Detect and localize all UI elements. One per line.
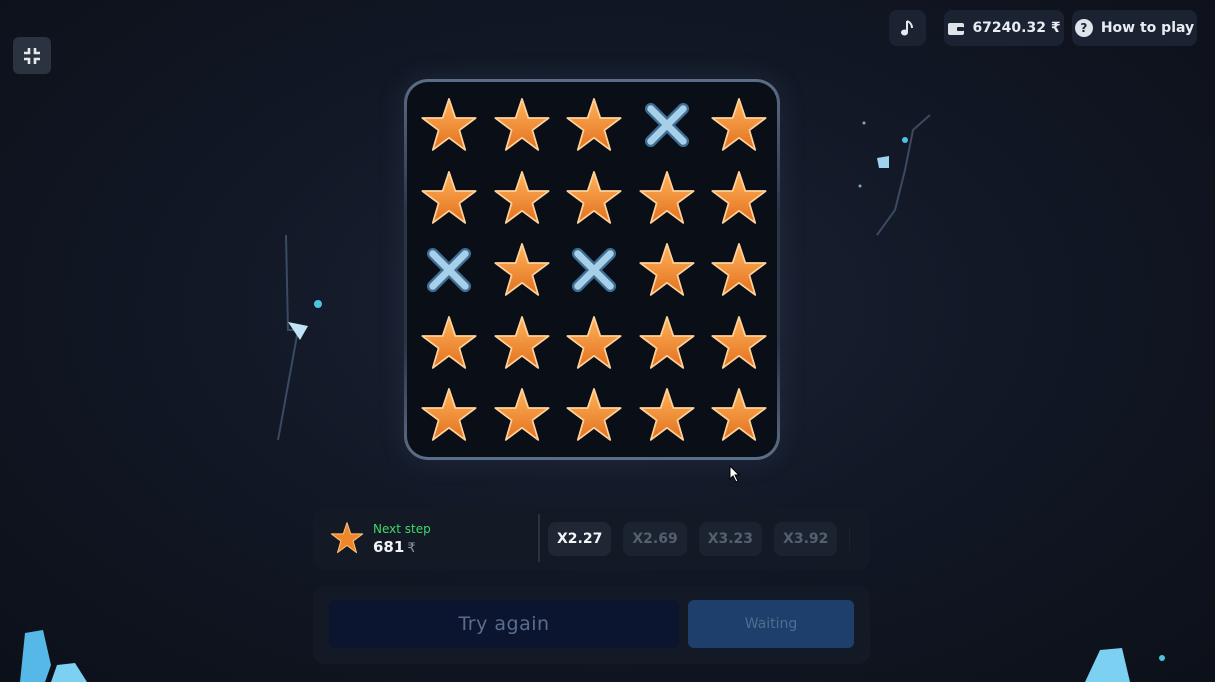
star-icon	[493, 388, 550, 441]
action-panel: Try again Waiting	[313, 586, 870, 664]
multiplier-chip: X2.69	[623, 522, 687, 556]
game-board-frame	[404, 79, 780, 460]
star-icon	[566, 170, 622, 224]
waiting-button[interactable]: Waiting	[688, 600, 854, 648]
multiplier-chip: X4	[849, 522, 850, 556]
star-cell[interactable]	[493, 241, 551, 299]
game-board	[407, 82, 777, 457]
wallet-icon	[948, 23, 965, 35]
shrink-icon	[24, 47, 40, 64]
star-icon	[566, 388, 622, 441]
currency-symbol: ₹	[407, 541, 416, 556]
star-icon	[711, 243, 767, 296]
star-icon	[493, 98, 550, 151]
star-cell[interactable]	[565, 96, 623, 154]
star-icon	[493, 243, 550, 296]
multiplier-list: X2.27 X2.69 X3.23 X3.92 X4	[548, 522, 850, 556]
ice-crystal-bottom-right	[1085, 648, 1165, 682]
star-cell[interactable]	[638, 314, 696, 372]
star-icon	[493, 170, 550, 224]
star-cell[interactable]	[710, 386, 768, 444]
star-icon	[711, 388, 767, 441]
cross-cell[interactable]	[565, 241, 623, 299]
star-cell[interactable]	[493, 314, 551, 372]
star-icon	[421, 98, 477, 151]
star-cell[interactable]	[420, 314, 478, 372]
music-note-icon	[900, 20, 913, 36]
star-cell[interactable]	[710, 169, 768, 227]
exit-fullscreen-button[interactable]	[13, 37, 51, 74]
star-cell[interactable]	[565, 386, 623, 444]
star-cell[interactable]	[638, 241, 696, 299]
divider	[538, 514, 540, 562]
star-icon	[493, 315, 550, 369]
star-icon	[638, 170, 695, 224]
crystal-decoration-left	[277, 234, 322, 441]
music-toggle-button[interactable]	[889, 10, 926, 46]
star-cell[interactable]	[710, 314, 768, 372]
cross-icon	[426, 247, 472, 293]
next-step-panel: Next step 681₹ X2.27 X2.69 X3.23 X3.92 X4	[313, 508, 870, 570]
star-icon	[638, 243, 695, 296]
multiplier-chip: X3.92	[774, 522, 838, 556]
star-cell[interactable]	[710, 241, 768, 299]
cross-icon	[571, 247, 617, 293]
star-cell[interactable]	[493, 96, 551, 154]
star-icon	[421, 388, 477, 441]
star-cell[interactable]	[493, 386, 551, 444]
mouse-cursor	[729, 465, 741, 483]
next-step-label: Next step	[373, 522, 431, 536]
star-cell[interactable]	[638, 169, 696, 227]
how-to-play-button[interactable]: ? How to play	[1072, 10, 1197, 46]
star-icon	[330, 522, 364, 554]
next-step-amount: 681 ₹	[373, 538, 416, 556]
multiplier-chip: X2.27	[548, 522, 612, 556]
star-icon	[711, 315, 767, 369]
cross-cell[interactable]	[420, 241, 478, 299]
crystal-decoration-right	[858, 114, 931, 236]
star-cell[interactable]	[710, 96, 768, 154]
ice-crystal-bottom-left	[20, 630, 87, 682]
how-to-play-label: How to play	[1100, 20, 1195, 36]
star-icon	[566, 98, 622, 151]
multiplier-chip: X3.23	[698, 522, 763, 556]
try-again-button[interactable]: Try again	[329, 600, 679, 648]
balance-amount: 67240.32 ₹	[972, 20, 1061, 36]
star-cell[interactable]	[420, 96, 478, 154]
star-cell[interactable]	[565, 314, 623, 372]
cross-icon	[644, 102, 689, 148]
star-icon	[638, 315, 695, 369]
star-cell[interactable]	[493, 169, 551, 227]
star-icon	[421, 315, 477, 369]
star-cell[interactable]	[565, 169, 623, 227]
star-icon	[421, 170, 477, 224]
star-cell[interactable]	[420, 169, 478, 227]
cross-cell[interactable]	[638, 96, 696, 154]
star-icon	[711, 170, 767, 224]
question-icon: ?	[1074, 19, 1093, 37]
star-icon	[638, 388, 695, 441]
balance-display: 67240.32 ₹	[944, 10, 1064, 46]
star-cell[interactable]	[638, 386, 696, 444]
next-step-value: 681	[373, 538, 405, 556]
star-cell[interactable]	[420, 386, 478, 444]
star-icon	[566, 315, 622, 369]
star-icon	[711, 98, 767, 151]
